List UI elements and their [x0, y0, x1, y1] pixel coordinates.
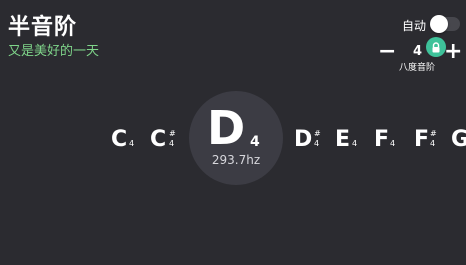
note-letter: F	[374, 127, 390, 152]
note-octave: 4	[390, 139, 396, 148]
note-letter: C	[111, 127, 128, 152]
note-letter: C	[150, 127, 167, 152]
chromatic-tuner-screen: 半音阶 又是美好的一天 自动 − 4 + 八度音阶 C 4 C # 4 D 4 …	[0, 0, 466, 265]
note-letter: D	[294, 127, 313, 152]
note-octave: 4	[314, 139, 320, 148]
note-letter: G	[451, 127, 466, 152]
note-octave: 4	[352, 139, 358, 148]
sharp-sign: #	[169, 129, 176, 138]
current-frequency: 293.7hz	[211, 153, 261, 167]
current-note-letter: D	[207, 101, 246, 155]
note-octave: 4	[169, 139, 175, 148]
note-octave: 4	[129, 139, 135, 148]
sharp-sign: #	[430, 129, 437, 138]
note-strip: C 4 C # 4 D 4 293.7hz D # 4 E 4 F 4 F # …	[0, 0, 466, 265]
current-note-octave: 4	[250, 134, 260, 150]
note-octave: 4	[430, 139, 436, 148]
note-letter: F	[414, 127, 430, 152]
sharp-sign: #	[314, 129, 321, 138]
current-note-display: D 4 293.7hz	[189, 91, 283, 185]
note-letter: E	[335, 127, 351, 152]
